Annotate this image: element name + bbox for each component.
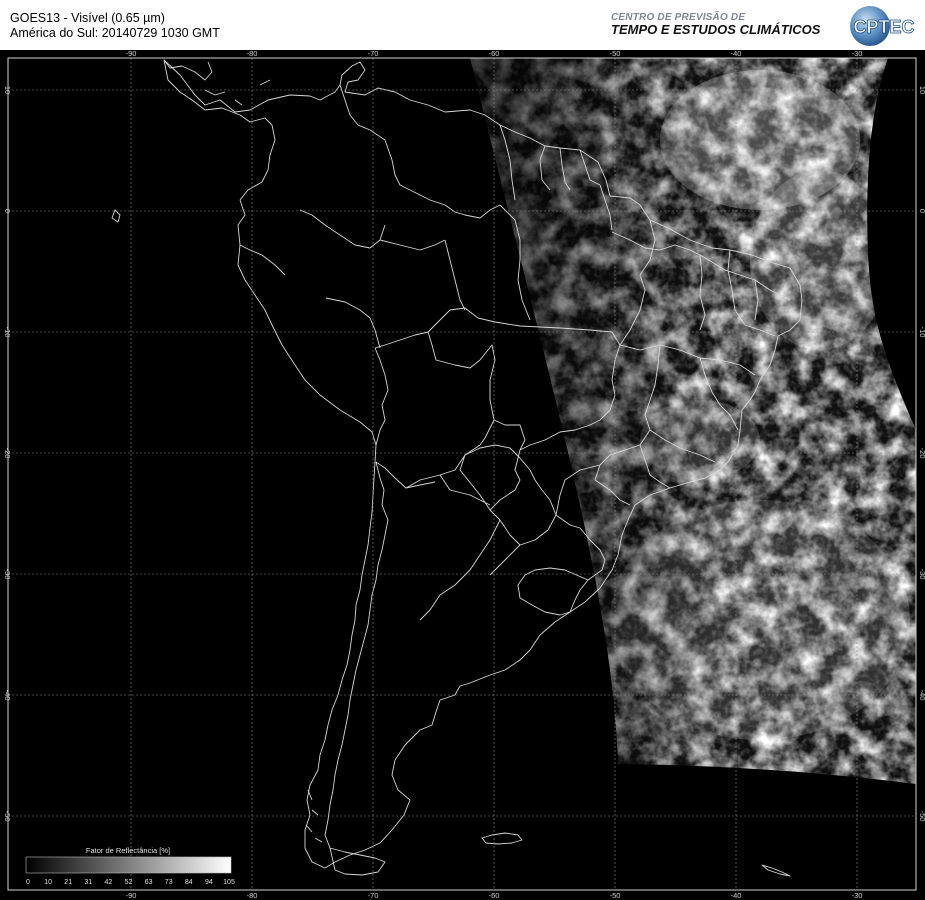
- logo-text: CPTEC: [853, 17, 914, 37]
- lon-label-bottom: -90: [126, 891, 137, 900]
- lat-label-right: -40: [918, 690, 925, 701]
- colorbar-tick-label: 31: [84, 879, 92, 886]
- colorbar-gradient: [25, 856, 232, 874]
- lon-label-top: -40: [731, 50, 742, 58]
- colorbar-tick-label: 94: [205, 879, 213, 886]
- lat-label-right: 10: [918, 86, 925, 94]
- colorbar-tick-label: 105: [223, 879, 235, 886]
- lat-label-right: 0: [918, 209, 925, 213]
- lon-label-bottom: -40: [731, 891, 742, 900]
- colorbar-tick-label: 63: [145, 879, 153, 886]
- lat-label-left: -10: [3, 327, 12, 338]
- lon-label-bottom: -60: [489, 891, 500, 900]
- lon-label-bottom: -30: [852, 891, 863, 900]
- colorbar-title: Fator de Reflectância [%]: [86, 846, 170, 855]
- lat-label-left: -40: [3, 690, 12, 701]
- colorbar-tick-label: 0: [26, 879, 30, 886]
- lon-label-top: -50: [610, 50, 621, 58]
- lon-label-bottom: -70: [368, 891, 379, 900]
- org-name-line2: TEMPO E ESTUDOS CLIMÁTICOS: [611, 22, 821, 37]
- lat-label-left: -50: [3, 811, 12, 822]
- region-datetime: América do Sul: 20140729 1030 GMT: [10, 26, 220, 40]
- colorbar-tick-label: 42: [105, 879, 113, 886]
- lat-label-left: -20: [3, 448, 12, 459]
- lat-label-right: -20: [918, 448, 925, 459]
- colorbar-tick-label: 52: [125, 879, 133, 886]
- lat-label-right: -30: [918, 569, 925, 580]
- lon-label-top: -30: [852, 50, 863, 58]
- lat-label-right: -10: [918, 327, 925, 338]
- lon-label-bottom: -80: [247, 891, 258, 900]
- lat-label-left: 10: [3, 86, 12, 94]
- satellite-map: -90 -80 -70 -60 -50 -40 -30 -90 -80 -70 -60 -50 -40…: [0, 50, 925, 900]
- colorbar-tick-label: 10: [44, 879, 52, 886]
- lon-label-top: -60: [489, 50, 500, 58]
- colorbar-tick-label: 21: [64, 879, 72, 886]
- lat-label-right: -50: [918, 811, 925, 822]
- colorbar-tick-label: 73: [165, 879, 173, 886]
- lat-label-left: 0: [3, 209, 12, 213]
- cptec-logo: CPTEC: [850, 6, 915, 46]
- header: GOES13 - Visível (0.65 µm) América do Su…: [0, 0, 925, 50]
- lon-label-bottom: -50: [610, 891, 621, 900]
- lat-label-left: -30: [3, 569, 12, 580]
- product-title: GOES13 - Visível (0.65 µm): [10, 11, 165, 25]
- lon-label-top: -80: [247, 50, 258, 58]
- lon-label-top: -90: [126, 50, 137, 58]
- colorbar-tick-label: 84: [185, 879, 193, 886]
- lon-label-top: -70: [368, 50, 379, 58]
